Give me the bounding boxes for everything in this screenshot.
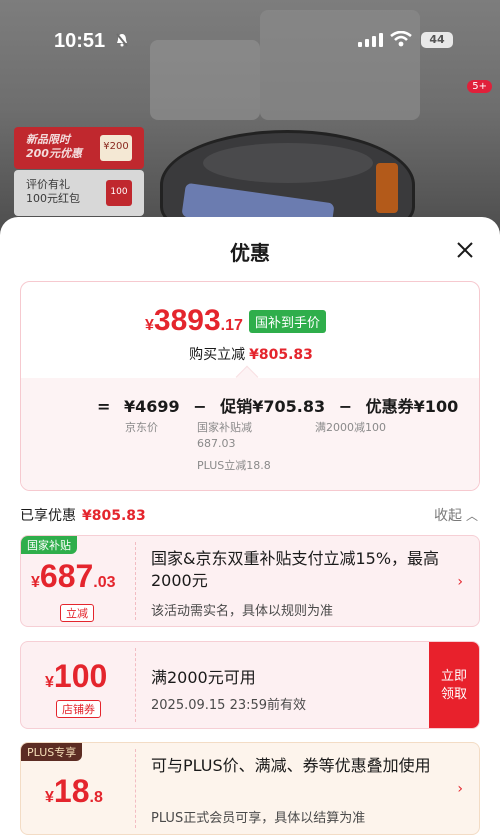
price-summary-card: ¥3893.17 国补到手价 购买立减 ¥805.83 = ¥4699 − 促销¥… xyxy=(20,281,480,491)
plus-discount-detail: PLUS立减18.8 xyxy=(197,459,271,472)
battery-indicator: 44 xyxy=(421,32,453,48)
plus-benefit-card[interactable]: PLUS专享 ¥18.8 可与PLUS价、满减、券等优惠叠加使用 PLUS正式会… xyxy=(20,742,480,835)
collapse-button[interactable]: 收起 ︿ xyxy=(434,505,478,525)
benefit-title: 国家&京东双重补贴支付立减15%，最高2000元 xyxy=(151,549,440,590)
cellular-signal-icon xyxy=(358,33,383,47)
plus-exclusive-tag: PLUS专享 xyxy=(21,743,83,761)
subsidy-amount: ¥687.03 xyxy=(31,558,116,594)
chevron-right-icon: › xyxy=(457,781,463,797)
new-product-promo-banner: 新品限时 200元优惠 ¥200 xyxy=(14,127,144,169)
status-bar: 10:51 44 xyxy=(0,0,500,62)
promo-coupon-chip: ¥200 xyxy=(100,135,132,161)
final-price: ¥3893.17 xyxy=(145,304,243,337)
minus-sign: − xyxy=(193,397,207,416)
subsidy-tag: 国家补贴 xyxy=(21,536,77,554)
jd-price: ¥4699 xyxy=(123,397,180,416)
instant-discount-line: 购买立减 ¥805.83 xyxy=(189,347,313,363)
benefit-title: 可与PLUS价、满减、券等优惠叠加使用 xyxy=(151,756,431,775)
card-divider xyxy=(135,749,136,828)
red-envelope-chip: 100 xyxy=(106,180,132,206)
instant-reduce-pill: 立减 xyxy=(60,604,94,622)
sheet-title: 优惠 xyxy=(230,241,270,265)
subsidy-price-tag: 国补到手价 xyxy=(249,310,327,333)
coupon-expiry: 2025.09.15 23:59前有效 xyxy=(151,698,307,713)
minus-sign: − xyxy=(338,397,353,416)
coupon-detail: 满2000减100 xyxy=(315,421,386,434)
enjoyed-discount: 已享优惠 ¥805.83 xyxy=(20,508,146,524)
chevron-up-icon: ︿ xyxy=(466,509,479,523)
wifi-icon xyxy=(390,31,412,47)
jd-price-label: 京东价 xyxy=(125,421,158,434)
card-divider xyxy=(135,542,136,620)
benefit-subtitle: PLUS正式会员可享，具体以结算为准 xyxy=(151,811,366,826)
discount-sheet: 优惠 ¥3893.17 国补到手价 购买立减 ¥805.83 = ¥4699 − … xyxy=(0,217,500,838)
price-formula: = ¥4699 − 促销¥705.83 − 优惠券¥100 xyxy=(97,393,466,417)
status-time: 10:51 xyxy=(54,30,106,52)
review-reward-banner: 评价有礼 100元红包 100 xyxy=(14,170,144,216)
coupon-condition: 满2000元可用 xyxy=(151,668,256,687)
notification-badge: 5+ xyxy=(467,80,492,93)
subsidy-benefit-card[interactable]: 国家补贴 ¥687.03 立减 国家&京东双重补贴支付立减15%，最高2000元… xyxy=(20,535,480,627)
equals-sign: = xyxy=(97,397,111,416)
close-icon[interactable] xyxy=(452,237,478,263)
coupon-value: ¥100 xyxy=(45,658,108,694)
subsidy-detail: 国家补贴减687.03 xyxy=(197,421,252,450)
mute-bell-icon xyxy=(116,33,128,47)
chevron-right-icon: › xyxy=(457,574,463,590)
claim-coupon-button[interactable]: 立即 领取 xyxy=(429,642,479,728)
store-coupon-pill: 店铺券 xyxy=(56,700,101,718)
coupon-amount: 优惠券¥100 xyxy=(365,397,459,416)
store-coupon-card: ¥100 店铺券 满2000元可用 2025.09.15 23:59前有效 立即… xyxy=(20,641,480,729)
promo-amount: 促销¥705.83 xyxy=(220,397,326,416)
benefit-subtitle: 该活动需实名，具体以规则为准 xyxy=(151,604,334,619)
enjoyed-amount: ¥805.83 xyxy=(82,508,146,524)
plus-discount-amount: ¥18.8 xyxy=(45,773,103,809)
card-divider xyxy=(135,648,136,722)
instant-discount-amount: ¥805.83 xyxy=(249,347,313,363)
